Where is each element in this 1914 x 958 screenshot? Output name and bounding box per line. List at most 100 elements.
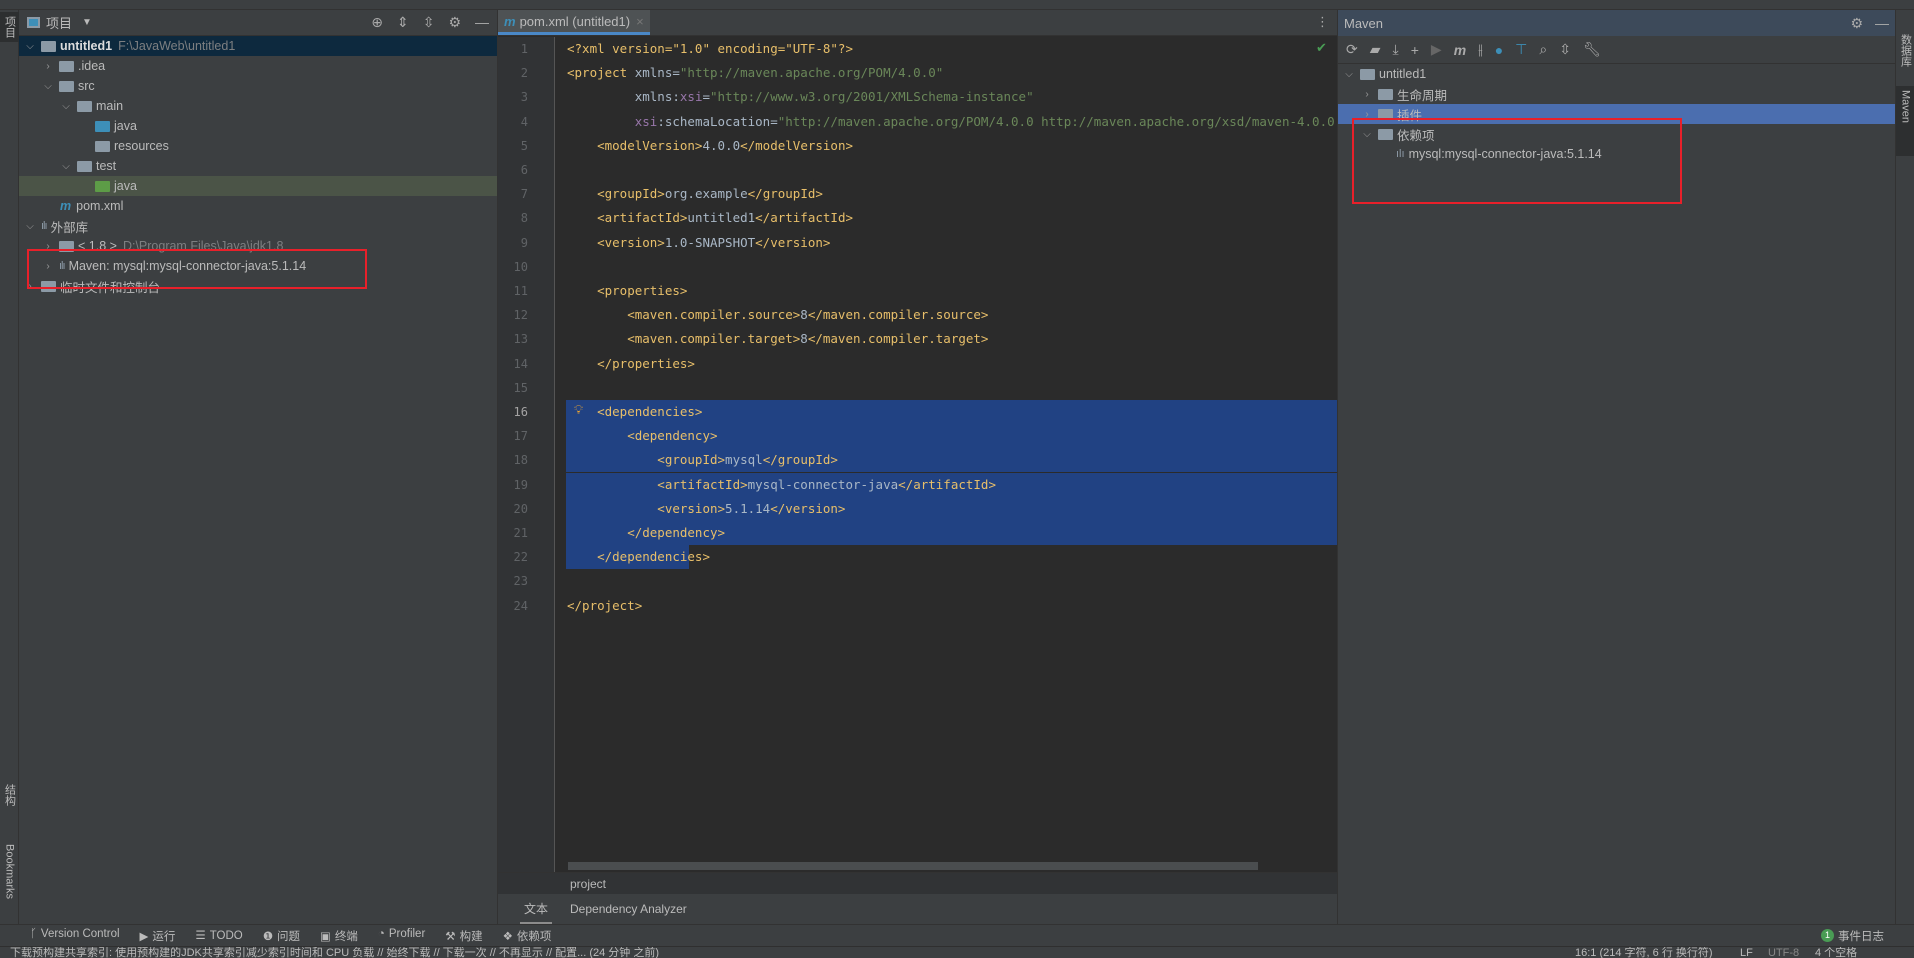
- line-number: 18: [513, 453, 528, 468]
- tab-dependency-analyzer[interactable]: Dependency Analyzer: [570, 902, 687, 916]
- maven-goal-icon[interactable]: m: [1454, 42, 1466, 58]
- chevron-icon[interactable]: ›: [41, 261, 55, 272]
- collapse-all-icon[interactable]: ⇳: [423, 14, 435, 31]
- tool-window-button[interactable]: ▣ 终端: [320, 928, 358, 944]
- maven-tree-item[interactable]: › 插件: [1338, 104, 1895, 124]
- project-view-selector[interactable]: 项目: [46, 13, 72, 32]
- code-line: xmlns:xsi="http://www.w3.org/2001/XMLSch…: [567, 89, 1034, 105]
- run-icon[interactable]: ▶: [1431, 41, 1442, 58]
- code-line: <maven.compiler.source>8</maven.compiler…: [567, 307, 989, 323]
- horizontal-scrollbar[interactable]: [568, 862, 1258, 870]
- more-options-icon[interactable]: ⋮: [1308, 10, 1337, 35]
- tree-item[interactable]: ⌵ ılı 外部库: [19, 216, 497, 236]
- line-number: 21: [513, 526, 528, 540]
- tree-item-label: java: [114, 179, 137, 193]
- tool-window-button[interactable]: ᚴ Version Control: [30, 928, 120, 944]
- gear-icon[interactable]: ⚙: [448, 14, 461, 31]
- tool-window-button[interactable]: ☰ TODO: [195, 928, 242, 944]
- chevron-icon[interactable]: ⌵: [59, 161, 73, 172]
- tab-pom-xml[interactable]: m pom.xml (untitled1) ×: [498, 10, 650, 35]
- bookmarks-tool-tab[interactable]: Bookmarks: [0, 840, 19, 903]
- project-tool-tab[interactable]: 项目: [0, 12, 19, 42]
- database-tool-tab[interactable]: 数据库: [1896, 30, 1914, 71]
- tool-window-button[interactable]: ❶ 问题: [263, 928, 300, 944]
- line-number: 23: [513, 574, 528, 589]
- caret-position[interactable]: 16:1 (214 字符, 6 行 换行符): [1575, 947, 1713, 958]
- chevron-icon[interactable]: ›: [41, 61, 55, 72]
- chevron-icon[interactable]: ⌵: [23, 221, 37, 232]
- tool-window-button[interactable]: ▶ 运行: [140, 928, 176, 944]
- reload-icon[interactable]: ⟳: [1346, 41, 1358, 58]
- build-icon: ⚒: [445, 930, 456, 943]
- expand-all-icon[interactable]: ⇕: [397, 14, 409, 31]
- toggle-offline-icon[interactable]: ⫲: [1478, 41, 1483, 58]
- maven-tree-item[interactable]: ⌵ untitled1: [1338, 64, 1895, 84]
- tree-item-label: .idea: [78, 59, 106, 73]
- status-bar: 下载预构建共享索引: 使用预构建的JDK共享索引减少索引时间和 CPU 负载 /…: [0, 946, 1914, 958]
- breadcrumb-item[interactable]: project: [570, 877, 606, 891]
- add-icon[interactable]: +: [1411, 42, 1419, 58]
- tree-item[interactable]: resources: [19, 136, 497, 156]
- minimize-icon[interactable]: —: [475, 14, 489, 31]
- tool-window-label: 依赖项: [516, 930, 552, 943]
- maven-tree-item[interactable]: ılı mysql:mysql-connector-java:5.1.14: [1338, 144, 1895, 164]
- tab-text[interactable]: 文本: [520, 895, 553, 924]
- collapse-all-icon[interactable]: ⇳: [1559, 41, 1571, 58]
- tool-window-label: TODO: [209, 929, 243, 942]
- maven-tool-tab[interactable]: Maven: [1896, 86, 1914, 156]
- tool-window-button[interactable]: ◔ Profiler: [378, 928, 425, 944]
- tree-item[interactable]: ⌵ src: [19, 76, 497, 96]
- minimize-icon[interactable]: —: [1875, 15, 1889, 32]
- tree-item[interactable]: ⌵ main: [19, 96, 497, 116]
- show-dependencies-icon[interactable]: ⊤: [1515, 41, 1527, 58]
- locate-icon[interactable]: ⊕: [371, 14, 383, 31]
- structure-tool-tab[interactable]: 结构: [0, 780, 19, 810]
- indent-setting[interactable]: 4 个空格: [1815, 947, 1857, 958]
- skip-tests-icon[interactable]: ●: [1495, 42, 1503, 58]
- code-line: xsi:schemaLocation="http://maven.apache.…: [634, 113, 1373, 129]
- line-number: 8: [520, 211, 528, 226]
- chevron-icon[interactable]: ⌵: [23, 41, 37, 52]
- tree-item[interactable]: › 临时文件和控制台: [19, 276, 497, 296]
- search-icon[interactable]: ⌕: [1539, 41, 1547, 58]
- maven-tree-item[interactable]: ⌵ 依赖项: [1338, 124, 1895, 144]
- close-icon[interactable]: ×: [636, 14, 644, 29]
- tree-item[interactable]: java: [19, 116, 497, 136]
- tree-item[interactable]: › ılı Maven: mysql:mysql-connector-java:5.…: [19, 256, 497, 276]
- jdk-icon: [59, 240, 74, 252]
- maven-tree-item[interactable]: › 生命周期: [1338, 84, 1895, 104]
- chevron-icon[interactable]: ⌵: [1342, 69, 1356, 80]
- project-view-icon: [27, 17, 40, 28]
- chevron-icon[interactable]: ›: [1360, 89, 1374, 100]
- tree-item[interactable]: › < 1.8 > D:\Program Files\Java\jdk1.8: [19, 236, 497, 256]
- line-ending[interactable]: LF: [1740, 947, 1753, 958]
- event-log-button[interactable]: 事件日志: [1838, 928, 1884, 944]
- chevron-icon[interactable]: ⌵: [41, 81, 55, 92]
- gear-icon[interactable]: ⚙: [1850, 15, 1863, 32]
- tool-window-label: Version Control: [40, 927, 120, 940]
- chevron-down-icon[interactable]: ▼: [82, 17, 92, 28]
- chevron-icon[interactable]: ›: [1360, 109, 1374, 120]
- chevron-icon[interactable]: ⌵: [1360, 129, 1374, 140]
- tree-item[interactable]: java: [19, 176, 497, 196]
- breadcrumb[interactable]: project: [498, 872, 1337, 894]
- tree-item[interactable]: ⌵ untitled1 F:\JavaWeb\untitled1: [19, 36, 497, 56]
- wrench-icon[interactable]: 🔧︎: [1583, 41, 1601, 58]
- add-folder-icon[interactable]: ▰: [1370, 41, 1381, 58]
- maven-file-icon: m: [504, 13, 516, 29]
- line-number: 19: [513, 477, 528, 492]
- tool-window-button[interactable]: ⚒ 构建: [445, 928, 482, 944]
- lightbulb-icon[interactable]: 💡︎: [574, 402, 583, 418]
- tree-item[interactable]: › .idea: [19, 56, 497, 76]
- file-encoding[interactable]: UTF-8: [1768, 947, 1799, 958]
- chevron-icon[interactable]: ›: [41, 241, 55, 252]
- status-message[interactable]: 下载预构建共享索引: 使用预构建的JDK共享索引减少索引时间和 CPU 负载 /…: [10, 947, 659, 958]
- tree-item[interactable]: ⌵ test: [19, 156, 497, 176]
- tool-window-button[interactable]: ❖ 依赖项: [503, 928, 552, 944]
- chevron-icon[interactable]: ›: [23, 281, 37, 292]
- project-panel-header: 项目 ▼ ⊕ ⇕ ⇳ ⚙ —: [19, 10, 497, 36]
- library-icon: ılı: [41, 220, 47, 232]
- chevron-icon[interactable]: ⌵: [59, 101, 73, 112]
- download-icon[interactable]: ⤓: [1393, 41, 1399, 58]
- tree-item[interactable]: m pom.xml: [19, 196, 497, 216]
